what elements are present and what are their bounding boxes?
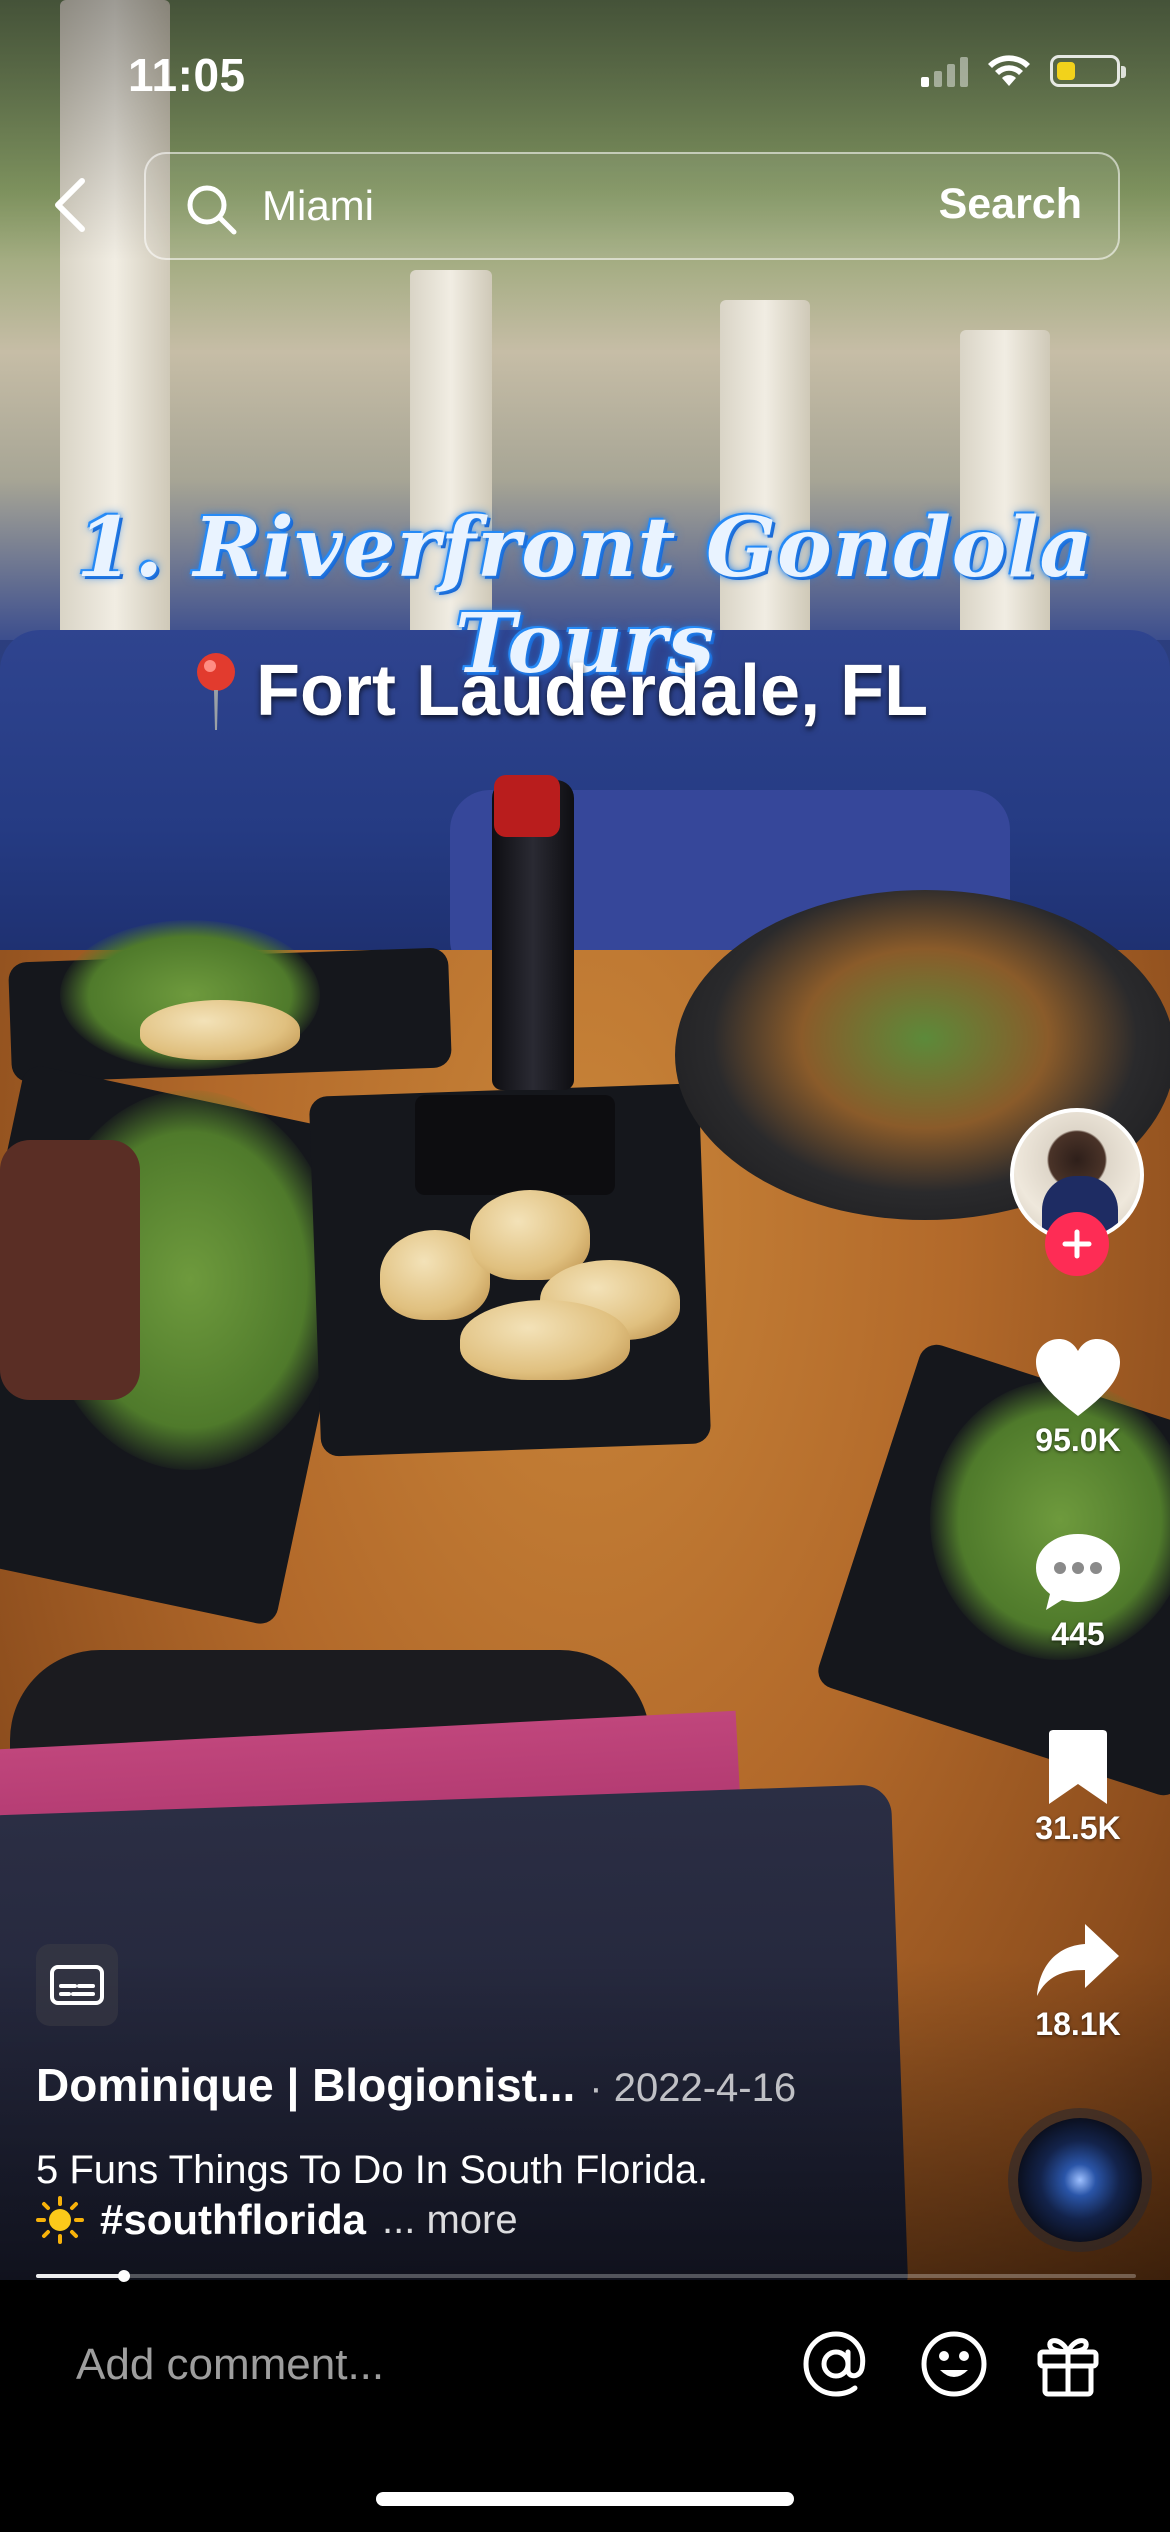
share-button[interactable]: 18.1K [1018, 1920, 1138, 2043]
location-text: Fort Lauderdale, FL [256, 651, 929, 731]
search-icon [187, 185, 237, 235]
music-disc[interactable] [1018, 2118, 1142, 2242]
comment-bar: Add comment... [0, 2282, 1170, 2532]
captions-button[interactable] [36, 1944, 118, 2026]
video-player[interactable] [0, 0, 1170, 2280]
battery-icon [1050, 55, 1126, 87]
hashtag-link[interactable]: #southflorida [100, 2196, 366, 2244]
food-bao [140, 1000, 300, 1060]
save-count: 31.5K [1035, 1810, 1121, 1846]
more-button[interactable]: ... more [382, 2198, 518, 2243]
video-location-caption: Fort Lauderdale, FL [190, 650, 928, 732]
back-button[interactable] [40, 170, 100, 240]
share-arrow-icon [1037, 1924, 1119, 1996]
food-dumpling [460, 1300, 630, 1380]
author-name[interactable]: Dominique | Blogionist... [36, 2058, 575, 2112]
comment-input[interactable]: Add comment... [76, 2340, 384, 2390]
video-progress-fill [36, 2274, 124, 2278]
sauce-dish [415, 1095, 615, 1195]
share-count: 18.1K [1035, 2006, 1121, 2042]
wifi-icon [988, 55, 1030, 86]
search-query[interactable]: Miami [262, 182, 374, 230]
at-mention-icon[interactable] [800, 2328, 872, 2400]
search-bar[interactable]: Miami Search [144, 152, 1120, 260]
video-progress-knob[interactable] [118, 2270, 130, 2282]
comment-count: 445 [1051, 1616, 1105, 1652]
author-row: Dominique | Blogionist... · 2022-4-16 [36, 2058, 796, 2112]
gift-icon[interactable] [1032, 2328, 1104, 2400]
search-button[interactable]: Search [939, 180, 1082, 229]
heart-icon [1036, 1339, 1120, 1416]
comment-bubble-icon [1036, 1534, 1120, 1610]
post-description-line2: #southflorida ... more [36, 2196, 518, 2244]
pin-icon [197, 653, 235, 730]
follow-button[interactable] [1045, 1212, 1109, 1276]
video-progress-bar[interactable] [36, 2270, 1136, 2282]
plus-icon [1062, 1229, 1092, 1259]
food-steak [0, 1140, 140, 1400]
post-date: · 2022-4-16 [589, 2066, 797, 2110]
post-description: 5 Funs Things To Do In South Florida. [36, 2148, 709, 2192]
sun-emoji-icon [36, 2196, 84, 2244]
status-icons [921, 54, 1126, 88]
home-indicator[interactable] [376, 2492, 794, 2506]
emoji-icon[interactable] [918, 2328, 990, 2400]
bookmark-icon [1049, 1730, 1107, 1804]
status-time: 11:05 [128, 49, 246, 101]
like-count: 95.0K [1035, 1422, 1121, 1458]
like-button[interactable]: 95.0K [1018, 1336, 1138, 1459]
cellular-signal-icon [921, 55, 968, 87]
captions-icon [50, 1965, 104, 2005]
back-arrow-icon [55, 178, 85, 232]
bookmark-button[interactable]: 31.5K [1018, 1728, 1138, 1847]
bottle-cap [494, 775, 560, 837]
battery-level [1057, 62, 1075, 80]
comment-button[interactable]: 445 [1018, 1530, 1138, 1653]
